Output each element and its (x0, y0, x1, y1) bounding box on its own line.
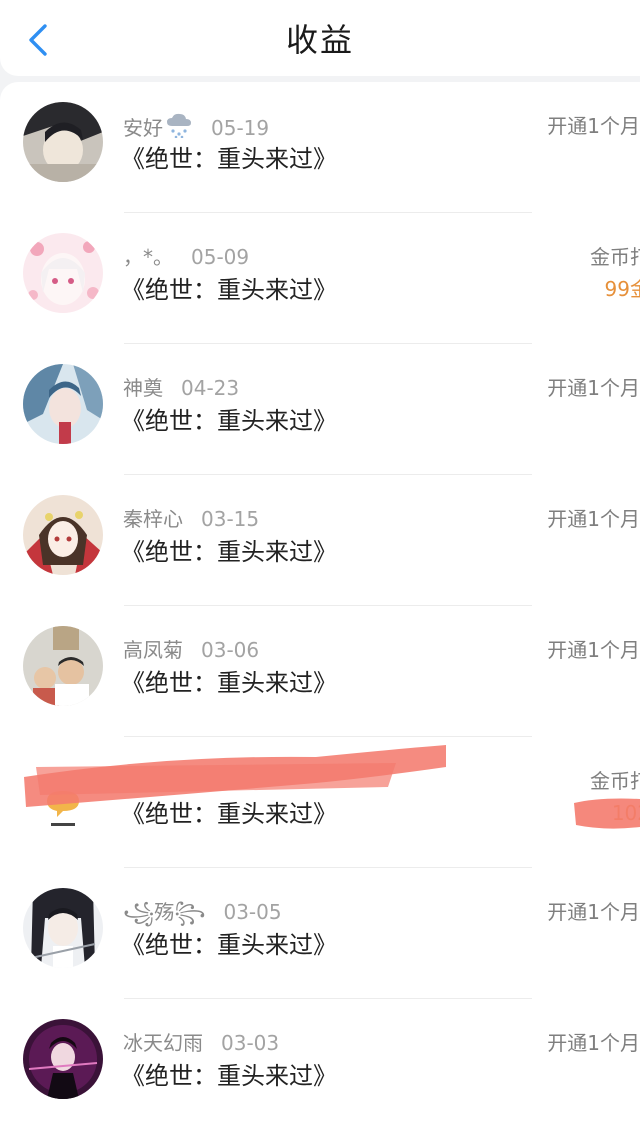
avatar (23, 626, 103, 706)
list-item[interactable]: 冰天幻雨 03-03 《绝世：重头来过》 开通1个月会 (0, 999, 640, 1128)
list-item[interactable]: 神奠 04-23 《绝世：重头来过》 开通1个月会 (0, 344, 640, 475)
avatar (23, 233, 103, 313)
avatar (23, 1019, 103, 1099)
date-label: 03-06 (201, 638, 260, 662)
user-meta: 秦梓心 03-15 (123, 505, 259, 533)
book-title[interactable]: 《绝世：重头来过》 (121, 928, 337, 962)
book-title[interactable]: 《绝世：重头来过》 (121, 666, 337, 700)
user-name: ，*。 (123, 245, 173, 269)
earnings-list: 安好 05-19 《绝世：重头来过》 开通1个月会 (0, 82, 640, 1128)
avatar (23, 888, 103, 968)
transaction-type: 开通1个月会 (547, 638, 640, 662)
date-label: 03-05 (223, 900, 282, 924)
earnings-screen: 收益 安好 05-19 《绝世：重头来过》 开通1个月 ，*。 05-09 《绝… (0, 0, 640, 1128)
book-title[interactable]: 《绝世：重头来过》 (121, 1059, 337, 1093)
book-title[interactable]: 《绝世：重头来过》 (121, 142, 337, 176)
list-item[interactable]: 高凤菊 03-06 《绝世：重头来过》 开通1个月会 (0, 606, 640, 737)
user-meta (123, 767, 141, 795)
avatar (23, 757, 103, 837)
date-label: 03-15 (201, 507, 260, 531)
book-title[interactable]: 《绝世：重头来过》 (121, 273, 337, 307)
user-meta: 高凤菊 03-06 (123, 636, 259, 664)
cloud-snow-icon (167, 113, 191, 138)
user-meta: 神奠 04-23 (123, 374, 239, 402)
user-meta: ꧁殇꧂ 03-05 (123, 898, 282, 926)
date-label: 04-23 (181, 376, 240, 400)
transaction-type: 开通1个月会 (547, 114, 640, 138)
user-meta: ，*。 05-09 (123, 243, 249, 271)
user-name: 冰天幻雨 (123, 1031, 203, 1055)
user-name: 高凤菊 (123, 638, 183, 662)
date-label: 03-03 (221, 1031, 280, 1055)
list-item[interactable]: 安好 05-19 《绝世：重头来过》 开通1个月会 (0, 82, 640, 213)
coin-amount: 99金 (604, 277, 640, 301)
transaction-type: 金币打 (590, 769, 640, 793)
user-name: 秦梓心 (123, 507, 183, 531)
date-label: 05-09 (191, 245, 250, 269)
user-name: 安好 (123, 116, 163, 140)
list-item[interactable]: ，*。 05-09 《绝世：重头来过》 金币打 99金 (0, 213, 640, 344)
book-title[interactable]: 《绝世：重头来过》 (121, 797, 337, 831)
top-bar: 收益 (0, 0, 640, 76)
user-name: 神奠 (123, 376, 163, 400)
book-title[interactable]: 《绝世：重头来过》 (121, 535, 337, 569)
avatar (23, 495, 103, 575)
page-title: 收益 (285, 21, 354, 59)
transaction-type: 开通1个月会 (547, 1031, 640, 1055)
user-name: ꧁殇꧂ (123, 900, 206, 924)
list-item[interactable]: ꧁殇꧂ 03-05 《绝世：重头来过》 开通1个月会 (0, 868, 640, 999)
coin-amount: 102 (611, 801, 640, 825)
avatar (23, 102, 103, 182)
user-meta: 安好 05-19 (123, 112, 269, 142)
user-meta: 冰天幻雨 03-03 (123, 1029, 279, 1057)
transaction-type: 开通1个月会 (547, 900, 640, 924)
transaction-type: 金币打 (590, 245, 640, 269)
list-item[interactable]: 秦梓心 03-15 《绝世：重头来过》 开通1个月会 (0, 475, 640, 606)
book-title[interactable]: 《绝世：重头来过》 (121, 404, 337, 438)
transaction-type: 开通1个月会 (547, 507, 640, 531)
date-label: 05-19 (211, 116, 270, 140)
avatar (23, 364, 103, 444)
transaction-type: 开通1个月会 (547, 376, 640, 400)
list-item[interactable]: 《绝世：重头来过》 金币打 102 (0, 737, 640, 868)
